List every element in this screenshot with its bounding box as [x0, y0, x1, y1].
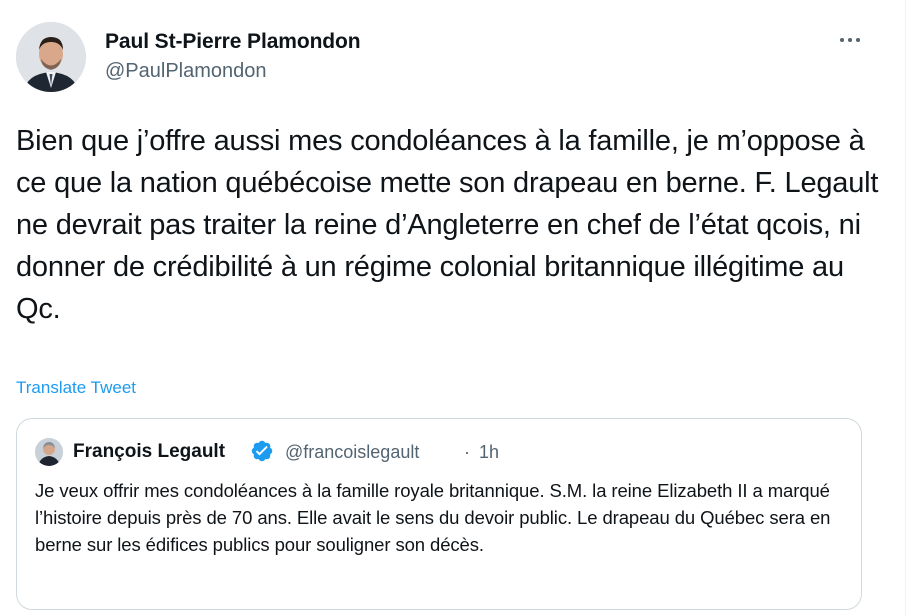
- quoted-tweet-time[interactable]: 1h: [479, 442, 499, 463]
- author-name[interactable]: Paul St-Pierre Plamondon: [105, 30, 361, 54]
- author-photo: [16, 22, 86, 92]
- meta-separator: ·: [464, 442, 470, 462]
- verified-badge-icon: [251, 440, 273, 462]
- more-horizontal-icon-dot: [856, 38, 860, 42]
- quoted-tweet-text: Je veux offrir mes condoléances à la fam…: [35, 480, 831, 555]
- more-options-button[interactable]: [832, 28, 868, 52]
- quoted-author-avatar[interactable]: [35, 438, 63, 466]
- quoted-author-name[interactable]: François Legault: [73, 441, 225, 463]
- quoted-author-photo: [35, 438, 63, 466]
- translate-tweet-link[interactable]: Translate Tweet: [16, 378, 136, 398]
- author-avatar[interactable]: [16, 22, 86, 92]
- more-horizontal-icon-dot: [848, 38, 852, 42]
- quoted-tweet-card[interactable]: François Legault @francoislegault · 1h J…: [16, 418, 862, 610]
- quoted-author-handle[interactable]: @francoislegault: [285, 442, 419, 463]
- tweet-text: Bien que j’offre aussi mes condoléances …: [16, 125, 879, 325]
- more-horizontal-icon: [840, 38, 844, 42]
- author-handle[interactable]: @PaulPlamondon: [105, 60, 267, 83]
